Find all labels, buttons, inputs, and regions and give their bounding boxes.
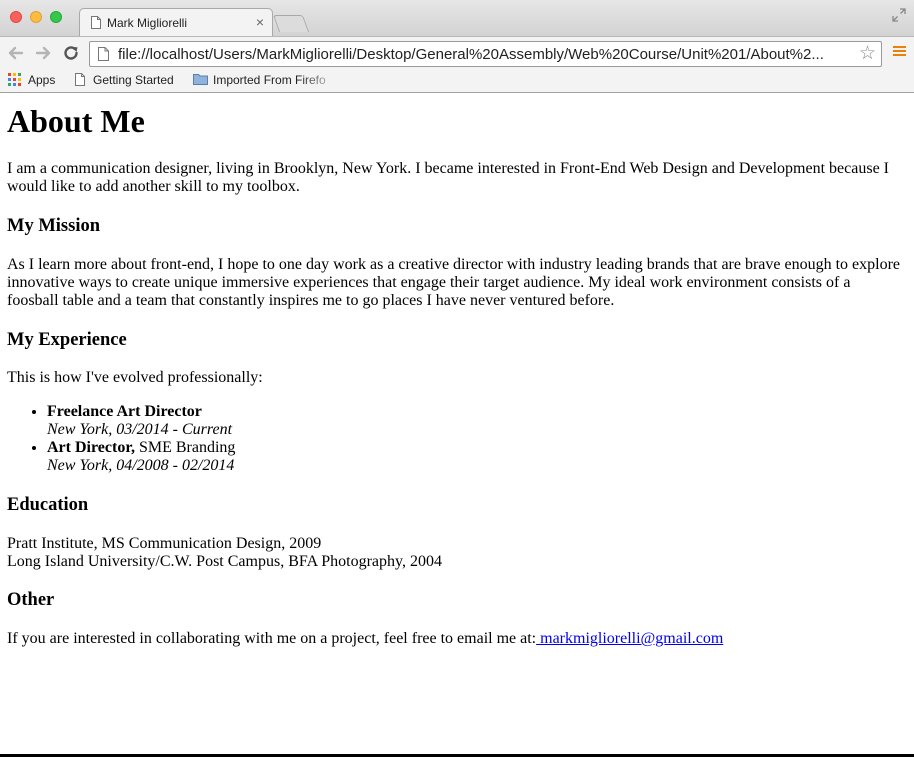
job-company: SME Branding <box>134 439 236 456</box>
window-close-button[interactable] <box>10 11 22 23</box>
browser-window: Mark Migliorelli × file://localhost/User… <box>0 0 914 754</box>
other-heading: Other <box>7 590 55 610</box>
bookmarks-bar: Apps Getting Started Imported From Firef… <box>0 68 914 93</box>
experience-heading: My Experience <box>7 330 127 350</box>
page-content: About Me I am a communication designer, … <box>0 93 914 754</box>
reload-icon[interactable] <box>61 43 81 63</box>
education-list: Pratt Institute, MS Communication Design… <box>7 535 442 571</box>
contact-paragraph: If you are interested in collaborating w… <box>7 630 905 648</box>
mission-heading: My Mission <box>7 216 101 236</box>
page-icon <box>75 73 85 86</box>
page-title: About Me <box>7 103 145 139</box>
bookmark-label: Getting Started <box>93 73 174 87</box>
browser-toolbar: file://localhost/Users/MarkMigliorelli/D… <box>0 36 914 68</box>
folder-icon <box>193 74 208 85</box>
experience-list: Freelance Art Director New York, 03/2014… <box>7 403 905 475</box>
education-item: Pratt Institute, MS Communication Design… <box>7 535 322 552</box>
job-meta: New York, 04/2008 - 02/2014 <box>47 457 235 474</box>
bookmark-star-icon[interactable]: ☆ <box>859 43 876 65</box>
browser-tab[interactable]: Mark Migliorelli × <box>79 8 273 37</box>
intro-paragraph: I am a communication designer, living in… <box>7 160 890 195</box>
forward-arrow-icon[interactable] <box>33 43 53 63</box>
bookmark-label: Apps <box>28 73 56 87</box>
bookmark-fade <box>300 68 340 92</box>
tab-close-icon[interactable]: × <box>256 14 264 30</box>
job-title: Art Director, <box>47 439 135 456</box>
url-text[interactable]: file://localhost/Users/MarkMigliorelli/D… <box>118 46 846 63</box>
job-title: Freelance Art Director <box>47 403 202 420</box>
apps-grid-icon <box>8 73 21 86</box>
window-zoom-button[interactable] <box>50 11 62 23</box>
page-icon <box>91 16 101 29</box>
back-arrow-icon[interactable] <box>6 43 26 63</box>
tab-bar: Mark Migliorelli × <box>0 0 914 37</box>
education-item: Long Island University/C.W. Post Campus,… <box>7 553 442 570</box>
window-minimize-button[interactable] <box>30 11 42 23</box>
list-item: Art Director, SME Branding New York, 04/… <box>47 439 905 475</box>
experience-intro: This is how I've evolved professionally: <box>7 369 263 386</box>
tab-title: Mark Migliorelli <box>107 16 188 30</box>
page-icon <box>98 47 109 61</box>
fullscreen-icon[interactable] <box>892 8 906 22</box>
email-link[interactable]: markmigliorelli@gmail.com <box>536 630 723 647</box>
job-meta: New York, 03/2014 - Current <box>47 421 233 438</box>
new-tab-button[interactable] <box>272 15 310 32</box>
mission-paragraph: As I learn more about front-end, I hope … <box>7 256 901 309</box>
list-item: Freelance Art Director New York, 03/2014… <box>47 403 905 439</box>
address-bar[interactable]: file://localhost/Users/MarkMigliorelli/D… <box>89 41 882 67</box>
contact-text: If you are interested in collaborating w… <box>7 630 537 647</box>
chrome-menu-icon[interactable] <box>893 46 906 60</box>
education-heading: Education <box>7 495 89 515</box>
